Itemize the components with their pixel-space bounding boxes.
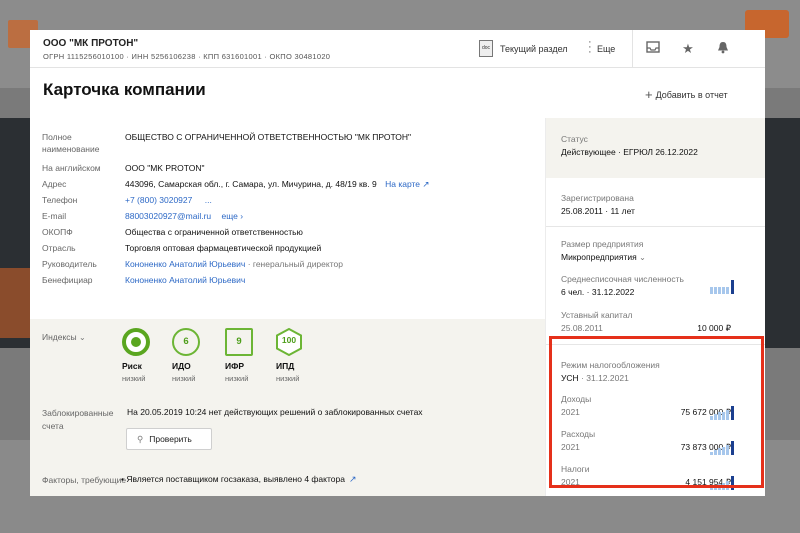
full-name-label: Полное наименование xyxy=(42,132,100,154)
document-icon[interactable]: doc xyxy=(479,40,493,57)
check-button-label: Проверить xyxy=(149,434,192,444)
phone-label: Телефон xyxy=(42,195,78,205)
capital-date: 25.08.2011 xyxy=(561,323,603,333)
size-value[interactable]: Микропредприятия ⌄ xyxy=(561,252,646,262)
headcount-label: Среднесписочная численность xyxy=(561,274,684,284)
beneficiary-label: Бенефициар xyxy=(42,275,93,285)
industry-label: Отрасль xyxy=(42,243,76,253)
status-label: Статус xyxy=(561,134,588,144)
status-box: Статус Действующее · ЕГРЮЛ 26.12.2022 xyxy=(546,118,765,178)
okopf-value: Общества с ограниченной ответственностью xyxy=(125,227,303,237)
size-label: Размер предприятия xyxy=(561,239,644,249)
ido-index-badge[interactable]: 6 xyxy=(172,328,200,356)
company-details: Полное наименование ОБЩЕСТВО С ОГРАНИЧЕН… xyxy=(30,120,545,317)
factors-value: • Является поставщиком госзаказа, выявле… xyxy=(121,474,345,484)
tax-highlight-frame xyxy=(549,336,764,488)
inbox-icon[interactable] xyxy=(645,41,661,56)
phone-link[interactable]: +7 (800) 3020927 xyxy=(125,195,192,205)
chevron-down-icon: ⌄ xyxy=(79,333,86,342)
address-text: 443096, Самарская обл., г. Самара, ул. М… xyxy=(125,179,377,189)
ipd-index-name: ИПД xyxy=(276,361,295,371)
capital-label: Уставный капитал xyxy=(561,310,633,320)
headcount-value: 6 чел. · 31.12.2022 xyxy=(561,287,635,297)
risk-index-badge[interactable] xyxy=(122,328,150,356)
registered-label: Зарегистрирована xyxy=(561,193,634,203)
search-icon: ⚲ xyxy=(137,434,144,444)
company-ids: ОГРН 1115256010100 · ИНН 5256106238 · КП… xyxy=(43,52,331,61)
phone-value: +7 (800) 3020927 ... xyxy=(125,194,212,206)
blocked-accounts-label: Заблокированные счета xyxy=(42,408,114,431)
check-button[interactable]: ⚲ Проверить xyxy=(126,428,212,450)
email-value: 88003020927@mail.ru еще › xyxy=(125,210,243,222)
risk-index-name: Риск xyxy=(122,361,142,371)
ido-index-name: ИДО xyxy=(172,361,191,371)
current-section-button[interactable]: Текущий раздел xyxy=(500,44,568,54)
okopf-label: ОКОПФ xyxy=(42,227,73,237)
risk-dot-icon xyxy=(131,337,141,347)
company-topbar: ООО "МК ПРОТОН" ОГРН 1115256010100 · ИНН… xyxy=(30,30,765,68)
add-to-report-button[interactable]: + Добавить в отчет xyxy=(645,87,728,102)
more-dots-icon[interactable]: · · · xyxy=(588,37,594,58)
english-value: OOO "MK PROTON" xyxy=(125,163,205,173)
external-link-icon[interactable]: ↗ xyxy=(349,474,357,484)
phone-more-link[interactable]: ... xyxy=(205,195,212,205)
email-link[interactable]: 88003020927@mail.ru xyxy=(125,211,211,221)
add-to-report-label: Добавить в отчет xyxy=(655,90,728,100)
chevron-down-icon: ⌄ xyxy=(639,253,646,262)
industry-value: Торговля оптовая фармацевтической продук… xyxy=(125,243,322,253)
address-value: 443096, Самарская обл., г. Самара, ул. М… xyxy=(125,178,430,190)
email-more-link[interactable]: еще xyxy=(222,211,238,221)
external-link-icon: ↗ xyxy=(422,179,430,189)
capital-value: 10 000 ₽ xyxy=(697,323,731,333)
registered-value: 25.08.2011 · 11 лет xyxy=(561,206,635,216)
ido-index-level: низкий xyxy=(172,374,196,383)
ifr-index-level: низкий xyxy=(225,374,249,383)
beneficiary-link[interactable]: Кононенко Анатолий Юрьевич xyxy=(125,275,245,285)
side-divider xyxy=(546,226,765,227)
ipd-index-value: 100 xyxy=(281,335,297,345)
bell-icon[interactable] xyxy=(715,41,731,57)
indices-toggle[interactable]: Индексы ⌄ xyxy=(42,332,86,342)
beneficiary-value: Кононенко Анатолий Юрьевич xyxy=(125,274,245,286)
full-name-value: ОБЩЕСТВО С ОГРАНИЧЕННОЙ ОТВЕТСТВЕННОСТЬЮ… xyxy=(125,132,412,142)
factors-label: Факторы, требующие xyxy=(42,475,127,485)
status-value: Действующее · ЕГРЮЛ 26.12.2022 xyxy=(561,147,698,157)
chevron-right-icon[interactable]: › xyxy=(240,211,243,221)
head-label: Руководитель xyxy=(42,259,97,269)
page-title: Карточка компании xyxy=(43,80,206,99)
head-name-link[interactable]: Кононенко Анатолий Юрьевич xyxy=(125,259,245,269)
head-role: · генеральный директор xyxy=(247,259,343,269)
email-label: E-mail xyxy=(42,211,67,221)
size-value-text: Микропредприятия xyxy=(561,252,637,262)
blocked-accounts-text: На 20.05.2019 10:24 нет действующих реше… xyxy=(127,407,423,417)
head-value: Кононенко Анатолий Юрьевич · генеральный… xyxy=(125,258,343,270)
company-short-name: ООО "МК ПРОТОН" xyxy=(43,38,139,49)
more-button[interactable]: Еще xyxy=(597,44,615,54)
factors-text: • Является поставщиком госзаказа, выявле… xyxy=(121,474,357,485)
toolbar-divider xyxy=(632,30,633,68)
address-label: Адрес xyxy=(42,179,67,189)
ifr-index-name: ИФР xyxy=(225,361,245,371)
ifr-index-badge[interactable]: 9 xyxy=(225,328,253,356)
ipd-index-badge[interactable]: 100 xyxy=(275,328,303,356)
ipd-index-level: низкий xyxy=(276,374,300,383)
risk-index-level: низкий xyxy=(122,374,146,383)
indices-label: Индексы xyxy=(42,332,77,342)
star-icon[interactable]: ★ xyxy=(680,41,696,57)
map-link[interactable]: На карте xyxy=(385,179,420,189)
headcount-bars-icon xyxy=(710,278,736,294)
plus-icon: + xyxy=(645,87,653,102)
english-label: На английском xyxy=(42,163,101,173)
